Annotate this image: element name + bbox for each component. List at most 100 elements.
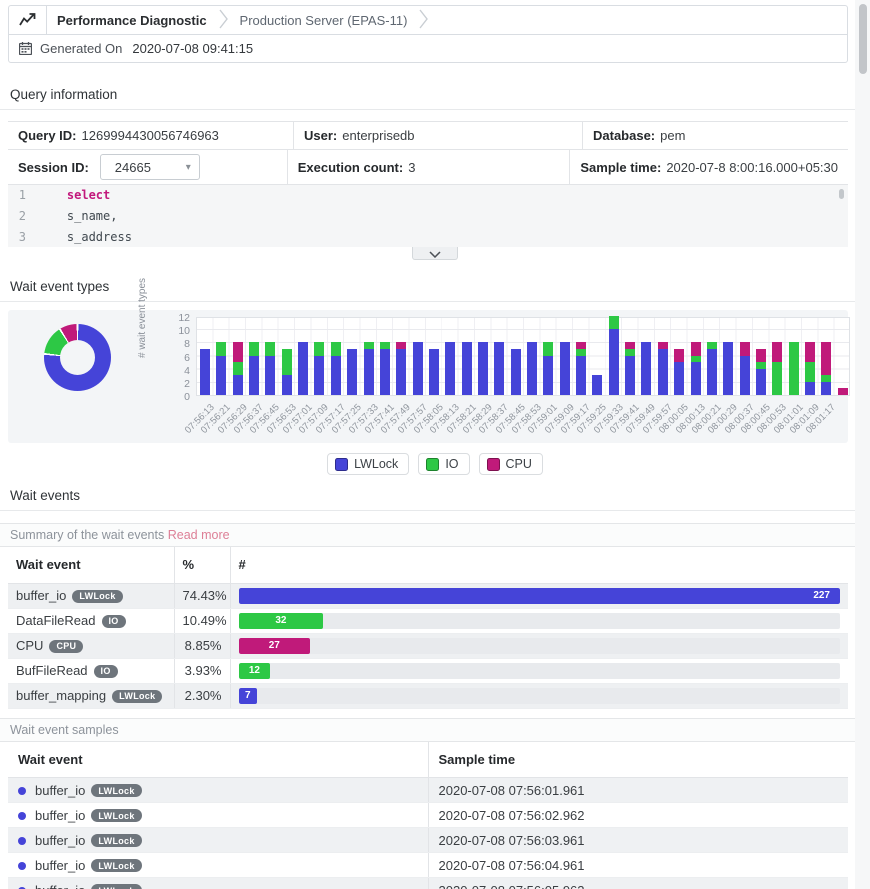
chart-line-icon xyxy=(9,6,47,34)
stacked-bar xyxy=(805,342,815,395)
bar-segment-io xyxy=(216,342,226,355)
stacked-bar xyxy=(298,342,308,395)
event-type-dot-icon xyxy=(18,787,26,795)
bar-segment-io xyxy=(821,375,831,382)
expand-query-button[interactable] xyxy=(412,247,458,260)
database-label: Database: xyxy=(593,128,655,143)
count-bar-track: 32 xyxy=(239,613,841,629)
breadcrumb-item-performance-diagnostic[interactable]: Performance Diagnostic xyxy=(47,13,217,28)
bar-segment-lwlock xyxy=(674,362,684,395)
bar-segment-lwlock xyxy=(478,342,488,395)
y-axis-tick: 2 xyxy=(166,378,190,390)
wait-event-types-donut-chart xyxy=(44,324,111,391)
wait-event-type-badge: LWLock xyxy=(112,690,162,703)
stacked-bar xyxy=(658,342,668,395)
generated-on-label: Generated On xyxy=(40,41,122,56)
sample-time-cell: 2020-07-08 07:56:04.961 xyxy=(428,853,848,878)
stacked-bar xyxy=(364,342,374,395)
bar-segment-io xyxy=(265,342,275,355)
stacked-bar xyxy=(380,342,390,395)
page-scrollbar xyxy=(855,0,870,889)
summary-header-wait-event: Wait event xyxy=(8,547,174,583)
donut-hole xyxy=(60,340,95,375)
stacked-bar xyxy=(331,342,341,395)
summary-label: Summary of the wait events xyxy=(10,528,164,542)
count-bar-track: 7 xyxy=(239,688,841,704)
line-number: 3 xyxy=(8,227,38,247)
stacked-bar xyxy=(625,342,635,395)
legend-swatch-icon xyxy=(487,458,500,471)
wait-event-types-panel: # wait event types 121086420 07:56:1307:… xyxy=(8,310,848,443)
page-scrollbar-thumb[interactable] xyxy=(859,4,867,74)
sample-time-cell: 2020-07-08 07:56:03.961 xyxy=(428,828,848,853)
stacked-bar xyxy=(821,342,831,395)
wait-events-summary-header: Summary of the wait events Read more xyxy=(0,523,870,547)
sample-row: buffer_ioLWLock2020-07-08 07:56:01.961 xyxy=(8,778,848,803)
bar-segment-lwlock xyxy=(740,356,750,396)
y-axis-tick: 0 xyxy=(166,391,190,403)
wait-event-name: buffer_mapping xyxy=(16,688,106,703)
sql-code-text: select xyxy=(38,185,110,206)
count-bar-value: 227 xyxy=(813,590,830,601)
read-more-link[interactable]: Read more xyxy=(168,528,230,542)
editor-scrollbar-thumb[interactable] xyxy=(839,189,844,199)
stacked-bar xyxy=(429,349,439,395)
y-axis-tick: 4 xyxy=(166,365,190,377)
bar-segment-cpu xyxy=(772,342,782,362)
session-id-label: Session ID: xyxy=(18,160,89,175)
count-bar-value: 12 xyxy=(249,665,260,676)
summary-percent-cell: 2.30% xyxy=(174,683,230,708)
session-id-select[interactable]: 24665 ▾ xyxy=(100,154,200,180)
bar-segment-io xyxy=(625,349,635,356)
bar-segment-lwlock xyxy=(576,356,586,396)
chevron-right-icon xyxy=(219,8,228,33)
bar-segment-io xyxy=(789,342,799,395)
sample-time-cell: 2020-07-08 07:56:01.961 xyxy=(428,778,848,803)
summary-header-count: # xyxy=(230,547,848,583)
y-axis-title: # wait event types xyxy=(137,348,148,358)
summary-percent-cell: 74.43% xyxy=(174,583,230,608)
sql-editor[interactable]: 1 select2 s_name,3 s_address4from xyxy=(8,185,848,247)
generated-on-value: 2020-07-08 09:41:15 xyxy=(132,41,253,56)
chevron-right-icon xyxy=(419,8,428,33)
breadcrumb: Performance Diagnostic Production Server… xyxy=(9,6,847,35)
summary-percent-cell: 8.85% xyxy=(174,633,230,658)
bar-segment-lwlock xyxy=(707,349,717,395)
legend-item-cpu[interactable]: CPU xyxy=(479,453,543,475)
wait-event-type-badge: CPU xyxy=(49,640,83,653)
event-type-dot-icon xyxy=(18,812,26,820)
bar-segment-lwlock xyxy=(756,369,766,395)
wait-event-samples-table: Wait event Sample time buffer_ioLWLock20… xyxy=(8,742,848,889)
breadcrumb-item-server[interactable]: Production Server (EPAS-11) xyxy=(230,13,418,28)
sample-event-cell: buffer_ioLWLock xyxy=(8,878,428,889)
bar-segment-lwlock xyxy=(364,349,374,395)
summary-row: CPUCPU8.85%27 xyxy=(8,633,848,658)
count-bar-value: 32 xyxy=(275,615,286,626)
samples-header-wait-event: Wait event xyxy=(8,742,428,778)
stacked-bar xyxy=(691,342,701,395)
wait-event-name: buffer_io xyxy=(35,808,85,823)
summary-count-cell: 12 xyxy=(230,658,848,683)
wait-event-type-badge: LWLock xyxy=(91,784,141,797)
stacked-bar xyxy=(838,388,848,395)
legend-item-lwlock[interactable]: LWLock xyxy=(327,453,409,475)
sample-row: buffer_ioLWLock2020-07-08 07:56:02.962 xyxy=(8,803,848,828)
bar-segment-lwlock xyxy=(200,349,210,395)
session-id-value: 24665 xyxy=(115,160,151,175)
database-value: pem xyxy=(660,128,685,143)
sample-row: buffer_ioLWLock2020-07-08 07:56:04.961 xyxy=(8,853,848,878)
legend-item-io[interactable]: IO xyxy=(418,453,469,475)
bar-segment-cpu xyxy=(674,349,684,362)
bar-segment-io xyxy=(707,342,717,349)
line-number: 2 xyxy=(8,206,38,227)
sample-event-cell: buffer_ioLWLock xyxy=(8,778,428,803)
user-value: enterprisedb xyxy=(342,128,414,143)
summary-count-cell: 27 xyxy=(230,633,848,658)
event-type-dot-icon xyxy=(18,837,26,845)
wait-event-type-badge: LWLock xyxy=(91,809,141,822)
bar-segment-cpu xyxy=(805,342,815,362)
sample-row: buffer_ioLWLock2020-07-08 07:56:03.961 xyxy=(8,828,848,853)
line-number: 1 xyxy=(8,185,38,206)
stacked-bar xyxy=(347,349,357,395)
stacked-bar xyxy=(560,342,570,395)
